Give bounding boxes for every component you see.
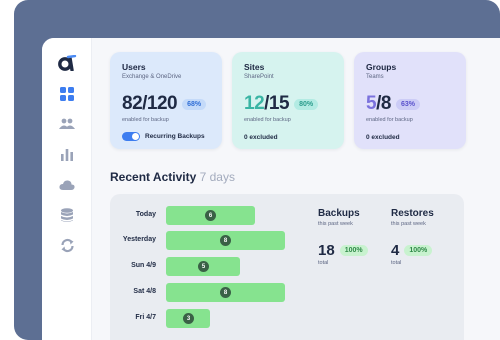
bar-count: 3 xyxy=(183,313,194,324)
card-count: 82/120 xyxy=(122,93,178,114)
row-label-fri: Fri 4/7 xyxy=(135,314,156,321)
row-label-today: Today xyxy=(135,211,156,218)
activity-bar[interactable]: 8 xyxy=(166,283,285,302)
toggle-label: Recurring Backups xyxy=(145,133,205,140)
bar-count: 8 xyxy=(220,235,231,246)
section-title: Recent Activity 7 days xyxy=(110,170,235,184)
row-label-sun: Sun 4/9 xyxy=(131,262,156,269)
stat-period: this past week xyxy=(318,221,353,227)
users-card[interactable]: Users Exchange & OneDrive 82/120 68% ena… xyxy=(110,52,222,149)
activity-bar[interactable]: 5 xyxy=(166,257,240,276)
groups-card[interactable]: Groups Teams 5 /8 63% enabled for backup… xyxy=(354,52,466,149)
card-caption: enabled for backup xyxy=(244,117,291,123)
excluded-count: 0 excluded xyxy=(244,134,278,141)
card-caption: enabled for backup xyxy=(122,117,169,123)
stat-heading: Restores xyxy=(391,208,434,219)
recurring-backups-toggle[interactable] xyxy=(122,132,140,141)
excluded-count: 0 excluded xyxy=(366,134,400,141)
card-count-enabled: 5 xyxy=(366,93,377,114)
activity-bar[interactable]: 8 xyxy=(166,231,285,250)
stat-heading: Backups xyxy=(318,208,360,219)
card-caption: enabled for backup xyxy=(366,117,413,123)
app-window: Users Exchange & OneDrive 82/120 68% ena… xyxy=(42,38,500,340)
stat-period: this past week xyxy=(391,221,426,227)
card-title: Users xyxy=(122,62,146,72)
backups-stat: Backups this past week 18 100% total xyxy=(318,208,368,266)
card-title: Sites xyxy=(244,62,265,72)
stat-value: 18 xyxy=(318,242,335,259)
bar-count: 8 xyxy=(220,287,231,298)
restores-stat: Restores this past week 4 100% total xyxy=(391,208,434,266)
percent-badge: 80% xyxy=(294,98,319,110)
cloud-icon[interactable] xyxy=(57,175,77,195)
database-icon[interactable] xyxy=(57,205,77,225)
sync-icon[interactable] xyxy=(57,235,77,255)
dashboard-icon[interactable] xyxy=(57,84,77,104)
activity-panel: Today Yesterday Sun 4/9 Sat 4/8 Fri 4/7 … xyxy=(110,194,464,340)
card-subtitle: SharePoint xyxy=(244,74,274,80)
percent-badge: 100% xyxy=(404,245,433,256)
percent-badge: 100% xyxy=(339,245,368,256)
users-icon[interactable] xyxy=(57,114,77,134)
card-subtitle: Teams xyxy=(366,74,384,80)
card-title: Groups xyxy=(366,62,397,72)
percent-badge: 68% xyxy=(182,98,207,110)
card-count-total: /8 xyxy=(376,93,391,114)
stat-value: 4 xyxy=(391,242,400,259)
sidebar xyxy=(42,38,92,340)
card-subtitle: Exchange & OneDrive xyxy=(122,74,182,80)
brand-logo-icon[interactable] xyxy=(57,53,77,73)
row-label-yesterday: Yesterday xyxy=(122,236,156,243)
card-count-enabled: 12 xyxy=(244,93,265,114)
percent-badge: 63% xyxy=(395,98,420,110)
bar-chart-icon[interactable] xyxy=(57,144,77,164)
row-label-sat: Sat 4/8 xyxy=(133,288,156,295)
card-count-total: /15 xyxy=(264,93,290,114)
main-content: Users Exchange & OneDrive 82/120 68% ena… xyxy=(93,38,500,340)
recent-activity-heading: Recent Activity xyxy=(110,170,197,184)
bar-count: 5 xyxy=(198,261,209,272)
range-label: 7 days xyxy=(199,170,235,184)
bar-count: 6 xyxy=(205,210,216,221)
activity-bar[interactable]: 3 xyxy=(166,309,210,328)
activity-bar[interactable]: 6 xyxy=(166,206,255,225)
stat-unit: total xyxy=(391,260,402,266)
stat-unit: total xyxy=(318,260,329,266)
sites-card[interactable]: Sites SharePoint 12 /15 80% enabled for … xyxy=(232,52,344,149)
